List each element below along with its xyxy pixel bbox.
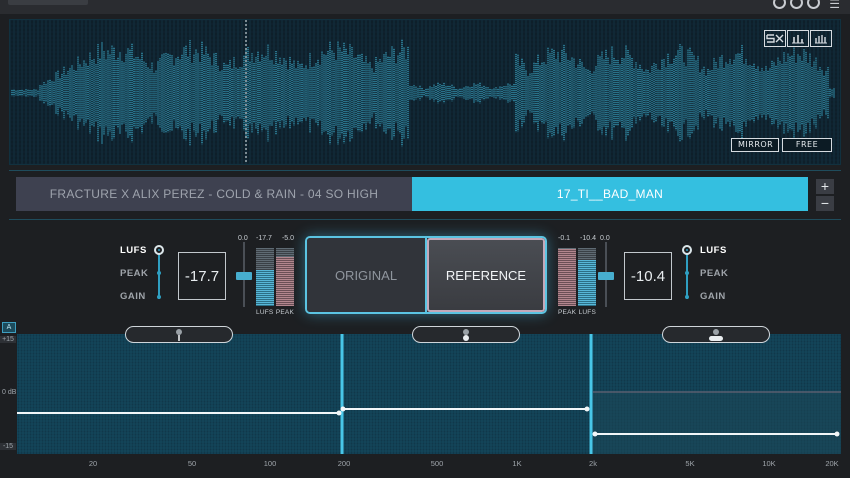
left-mode-lufs[interactable]: LUFS bbox=[120, 244, 148, 267]
circle-icon[interactable] bbox=[807, 0, 820, 9]
sx-view-icon[interactable] bbox=[764, 30, 786, 47]
slider-dot bbox=[685, 271, 689, 275]
eq-graph bbox=[17, 334, 841, 454]
left-lufs-label: LUFS bbox=[256, 309, 274, 316]
ab-switch: ORIGINAL REFERENCE bbox=[305, 236, 547, 314]
original-button[interactable]: ORIGINAL bbox=[307, 238, 427, 312]
eq-display[interactable] bbox=[17, 334, 841, 454]
freq-label: 20 bbox=[88, 459, 98, 468]
right-level-meters: -0.1 -10.4 PEAK LUFS bbox=[558, 235, 596, 316]
track-original[interactable]: FRACTURE X ALIX PEREZ - COLD & RAIN - 04… bbox=[16, 177, 412, 211]
right-lufs-label: LUFS bbox=[578, 309, 596, 316]
menu-icon[interactable]: ☰ bbox=[829, 0, 840, 10]
right-gain-fader[interactable] bbox=[598, 242, 614, 307]
left-peak-label: PEAK bbox=[275, 309, 294, 316]
slider-dot bbox=[157, 271, 161, 275]
eq-db-top: +15 bbox=[0, 336, 16, 343]
band-high-handle[interactable] bbox=[662, 326, 770, 343]
bars-view-icon[interactable] bbox=[787, 30, 809, 47]
mirror-button[interactable]: MIRROR bbox=[731, 138, 779, 152]
free-button[interactable]: FREE bbox=[782, 138, 832, 152]
right-mode-list: LUFS PEAK GAIN bbox=[700, 244, 728, 313]
remove-track-button[interactable]: − bbox=[816, 196, 834, 211]
freq-label: 500 bbox=[430, 459, 444, 468]
left-peak-readout: -5.0 bbox=[281, 235, 294, 242]
eq-db-mid: 0 dB bbox=[2, 389, 17, 396]
waveform-graph bbox=[10, 20, 840, 164]
left-lufs-meter bbox=[256, 248, 274, 306]
left-lufs-readout: -17.7 bbox=[256, 235, 272, 242]
slider-dot bbox=[685, 295, 689, 299]
band-low-handle[interactable] bbox=[125, 326, 233, 343]
right-peak-meter bbox=[558, 248, 576, 306]
track-add-remove: + − bbox=[816, 179, 834, 213]
slider-dot bbox=[157, 295, 161, 299]
freq-label: 5K bbox=[685, 459, 695, 468]
slider-knob[interactable] bbox=[154, 245, 164, 255]
right-peak-readout: -0.1 bbox=[558, 235, 571, 242]
right-loudness-value: -10.4 bbox=[624, 252, 672, 300]
right-mode-peak[interactable]: PEAK bbox=[700, 267, 728, 290]
left-peak-meter bbox=[276, 248, 294, 306]
right-lufs-readout: -10.4 bbox=[580, 235, 596, 242]
circle-icon[interactable] bbox=[773, 0, 786, 9]
track-selector: FRACTURE X ALIX PEREZ - COLD & RAIN - 04… bbox=[16, 177, 808, 211]
bars-alt-view-icon[interactable] bbox=[810, 30, 832, 47]
left-gain-fader[interactable] bbox=[236, 242, 252, 307]
left-mode-list: LUFS PEAK GAIN bbox=[120, 244, 148, 313]
right-peak-label: PEAK bbox=[558, 309, 577, 316]
waveform-buttons: MIRROR FREE bbox=[731, 138, 832, 152]
slider-knob[interactable] bbox=[682, 245, 692, 255]
left-loudness-value: -17.7 bbox=[178, 252, 226, 300]
circle-icon[interactable] bbox=[790, 0, 803, 9]
divider bbox=[9, 170, 841, 171]
waveform-display[interactable]: MIRROR FREE bbox=[9, 19, 841, 165]
eq-db-bottom: -15 bbox=[0, 443, 16, 450]
eq-scale-toggle[interactable]: A bbox=[2, 322, 16, 333]
divider bbox=[9, 219, 841, 220]
right-mode-slider[interactable] bbox=[682, 245, 692, 303]
freq-label: 50 bbox=[187, 459, 197, 468]
right-mode-gain[interactable]: GAIN bbox=[700, 290, 728, 313]
reference-button[interactable]: REFERENCE bbox=[427, 238, 545, 312]
title-bar: ☰ bbox=[0, 0, 850, 14]
add-track-button[interactable]: + bbox=[816, 179, 834, 194]
freq-label: 2k bbox=[589, 459, 597, 468]
track-reference[interactable]: 17_TI__BAD_MAN bbox=[412, 177, 808, 211]
freq-label: 20K bbox=[825, 459, 839, 468]
slider-track bbox=[686, 251, 688, 299]
freq-label: 100 bbox=[263, 459, 277, 468]
view-mode-switcher bbox=[764, 30, 832, 47]
left-mode-peak[interactable]: PEAK bbox=[120, 267, 148, 290]
slider-track bbox=[158, 251, 160, 299]
band-mid-handle[interactable] bbox=[412, 326, 520, 343]
left-mode-gain[interactable]: GAIN bbox=[120, 290, 148, 313]
right-gain-readout: 0.0 bbox=[600, 235, 610, 242]
app-title-bar bbox=[8, 0, 88, 5]
fader-handle[interactable] bbox=[236, 272, 252, 280]
fader-handle[interactable] bbox=[598, 272, 614, 280]
right-mode-lufs[interactable]: LUFS bbox=[700, 244, 728, 267]
freq-label: 1K bbox=[512, 459, 522, 468]
freq-label: 200 bbox=[337, 459, 351, 468]
left-gain-readout: 0.0 bbox=[238, 235, 248, 242]
left-level-meters: -17.7 -5.0 LUFS PEAK bbox=[256, 235, 294, 316]
left-mode-slider[interactable] bbox=[154, 245, 164, 303]
right-lufs-meter bbox=[578, 248, 596, 306]
freq-label: 10K bbox=[762, 459, 776, 468]
frequency-axis: 20 50 100 200 500 1K 2k 5K 10K 20K bbox=[17, 459, 841, 469]
window-controls bbox=[773, 0, 820, 9]
